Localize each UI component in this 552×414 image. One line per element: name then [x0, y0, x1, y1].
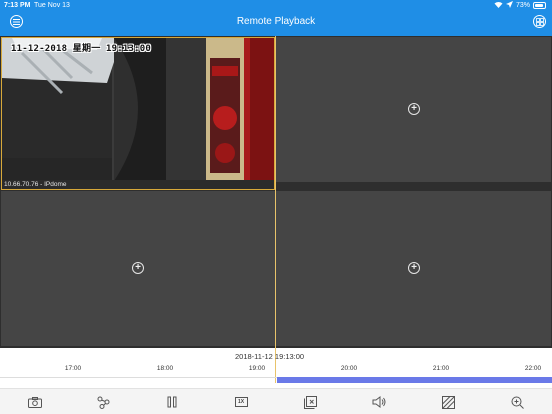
recording-segment[interactable] — [277, 377, 552, 383]
app: 7:13 PM Tue Nov 13 73% Remote Playback 1… — [0, 0, 552, 414]
video-grid: 11-12-2018 星期一 19:13:00 10.66.70.76 - IP… — [0, 36, 552, 348]
status-date: Tue Nov 13 — [34, 2, 70, 9]
image-quality-icon[interactable] — [440, 394, 456, 410]
video-pane-empty-4[interactable]: + — [276, 191, 551, 346]
timeline-tick-label: 17:00 — [64, 365, 82, 372]
add-channel-icon[interactable]: + — [408, 103, 420, 115]
camera-feed-image — [2, 38, 274, 181]
rotate-icon[interactable] — [95, 394, 111, 410]
add-channel-icon[interactable]: + — [408, 262, 420, 274]
wifi-icon — [494, 1, 503, 10]
speed-label: 1X — [234, 397, 248, 407]
speed-icon[interactable]: 1X — [233, 394, 249, 410]
video-pane-empty-3[interactable]: + — [1, 191, 275, 346]
playback-toolbar: 1X — [0, 388, 552, 414]
video-pane-empty-2[interactable]: + — [276, 37, 551, 182]
video-pane-active[interactable]: 11-12-2018 星期一 19:13:00 10.66.70.76 - IP… — [1, 37, 275, 190]
timeline-tick-label: 20:00 — [340, 365, 358, 372]
pause-icon[interactable] — [164, 394, 180, 410]
camera-label: 10.66.70.76 - IPdome — [2, 180, 274, 189]
timeline-tick-label: 22:00 — [524, 365, 542, 372]
battery-fill — [535, 4, 543, 7]
volume-icon[interactable] — [371, 394, 387, 410]
status-time: 7:13 PM — [4, 2, 31, 9]
timeline-current-datetime: 2018-11-12 19:13:00 — [235, 352, 305, 361]
add-channel-icon[interactable]: + — [132, 262, 144, 274]
timeline-cursor[interactable] — [275, 36, 276, 383]
location-icon — [505, 1, 513, 10]
playback-timeline[interactable]: 2018-11-12 19:13:00 17:00 18:00 19:00 20:00… — [0, 36, 552, 388]
battery-percent: 73% — [515, 2, 530, 9]
timeline-tick-label: 19:00 — [248, 365, 266, 372]
timeline-tick-label: 18:00 — [156, 365, 174, 372]
battery-icon — [533, 2, 546, 9]
top-bar: 7:13 PM Tue Nov 13 73% Remote Playback — [0, 0, 552, 36]
page-title: Remote Playback — [236, 16, 316, 27]
osd-datetime: 11-12-2018 星期一 19:13:00 — [11, 44, 151, 54]
status-right: 73% — [494, 1, 546, 10]
camera-snapshot-icon[interactable] — [27, 394, 43, 410]
timeline-tick-label: 21:00 — [432, 365, 450, 372]
close-window-icon[interactable] — [302, 394, 318, 410]
device-list-icon[interactable] — [533, 15, 546, 28]
zoom-icon[interactable] — [509, 394, 525, 410]
